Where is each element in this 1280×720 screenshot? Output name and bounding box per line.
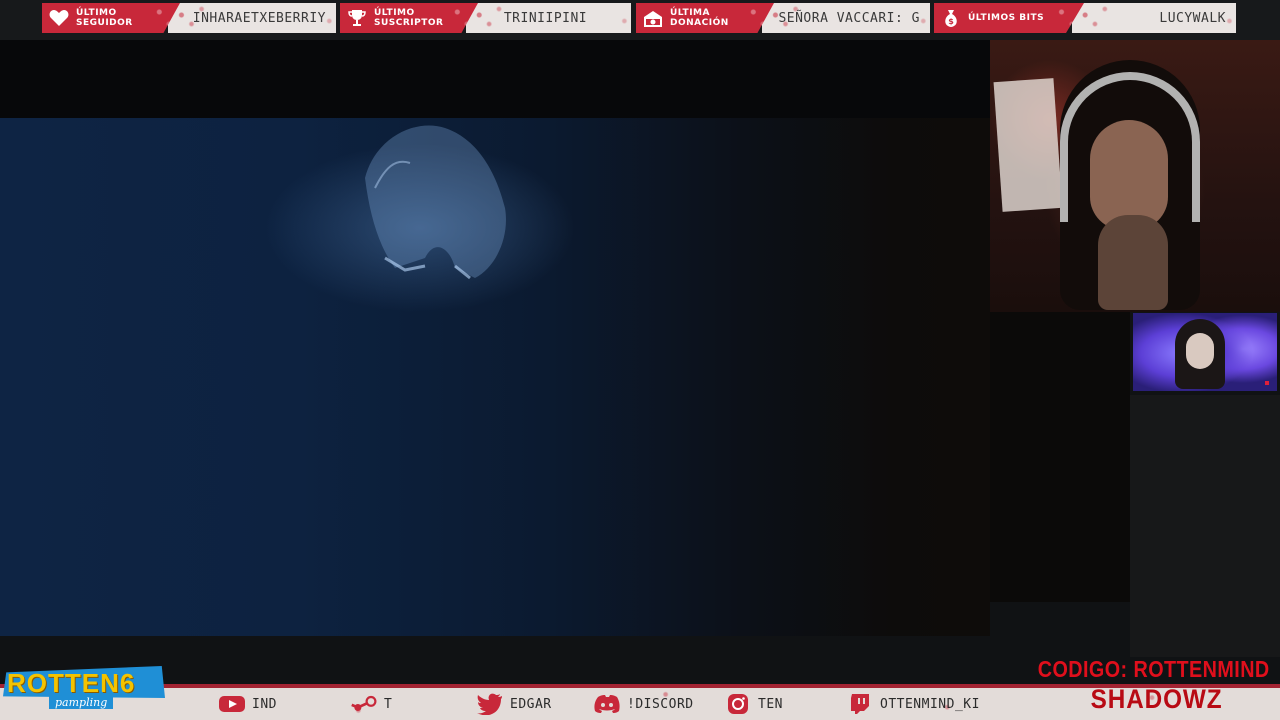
wall-banner (993, 78, 1063, 212)
discord-icon (593, 693, 621, 715)
social-text: TEN (758, 696, 783, 712)
promo-brand-line: SHADOWZ (1090, 684, 1222, 714)
social-steam[interactable]: T (350, 692, 392, 716)
steam-icon (350, 693, 378, 715)
social-bar-edge (0, 684, 1280, 688)
record-dot-icon (1265, 381, 1269, 385)
alert-tag: ÚLTIMO SEGUIDOR (42, 3, 180, 33)
underwater-scene (0, 118, 990, 636)
social-youtube[interactable]: IND (218, 692, 277, 716)
logo-word: ROTTEN6 (7, 668, 136, 698)
stream-overlay: ÚLTIMO SEGUIDOR INHARAETXEBERRIY ÚLTIMO … (0, 0, 1280, 720)
gif-person-face (1186, 333, 1214, 369)
social-text: !DISCORD (627, 696, 694, 712)
alert-last-subscriber: ÚLTIMO SUSCRIPTOR TRINIIPINI (340, 3, 631, 33)
webcam-feed (990, 40, 1280, 312)
alert-value: LUCYWALK (1072, 3, 1236, 33)
twitch-icon (846, 693, 874, 715)
social-twitch[interactable]: OTTENMIND_KI (846, 692, 980, 716)
social-discord[interactable]: !DISCORD (593, 692, 694, 716)
alert-last-bits: $ ÚLTIMOS BITS LUCYWALK (934, 3, 1236, 33)
alert-last-follower: ÚLTIMO SEGUIDOR INHARAETXEBERRIY (42, 3, 336, 33)
social-bar: IND T EDGAR !DISCORD TEN OTTENMIND_KI (0, 684, 1280, 720)
video-dark-area (990, 312, 1130, 602)
rotten6-logo: ROTTEN6 pampling (3, 666, 165, 718)
alert-last-donation: ÚLTIMA DONACIÓN SEÑORA VACCARI: G (636, 3, 930, 33)
logo-sub: pampling (49, 696, 114, 709)
alert-tag: ÚLTIMO SUSCRIPTOR (340, 3, 478, 33)
alert-label: ÚLTIMA DONACIÓN (670, 8, 729, 28)
social-text: EDGAR (510, 696, 552, 712)
twitter-icon (476, 693, 504, 715)
alert-label: ÚLTIMOS BITS (968, 13, 1045, 23)
heart-icon (48, 7, 70, 29)
instagram-icon (724, 693, 752, 715)
headphones (1060, 72, 1200, 222)
main-video (0, 40, 990, 636)
alert-tag: ÚLTIMA DONACIÓN (636, 3, 774, 33)
trophy-icon (346, 7, 368, 29)
alert-value: SEÑORA VACCARI: G (762, 3, 930, 33)
alert-tag: $ ÚLTIMOS BITS (934, 3, 1084, 33)
social-instagram[interactable]: TEN (724, 692, 783, 716)
streamer-hand (1098, 215, 1168, 310)
alert-value: INHARAETXEBERRIY (168, 3, 336, 33)
promo-code-line: CODIGO: ROTTENMIND (1038, 656, 1270, 682)
social-twitter[interactable]: EDGAR (476, 692, 552, 716)
alert-value: TRINIIPINI (466, 3, 631, 33)
reaction-gif (1133, 313, 1277, 391)
creature-silhouette (365, 125, 506, 280)
youtube-icon (218, 693, 246, 715)
social-text: OTTENMIND_KI (880, 696, 980, 712)
social-text: T (384, 696, 393, 712)
alert-label: ÚLTIMO SUSCRIPTOR (374, 8, 444, 28)
money-bag-icon: $ (940, 7, 962, 29)
alert-label: ÚLTIMO SEGUIDOR (76, 8, 133, 28)
alerts-bar: ÚLTIMO SEGUIDOR INHARAETXEBERRIY ÚLTIMO … (0, 0, 1280, 40)
svg-text:$: $ (948, 17, 954, 26)
side-column (1130, 395, 1280, 657)
donation-icon (642, 7, 664, 29)
social-text: IND (252, 696, 277, 712)
